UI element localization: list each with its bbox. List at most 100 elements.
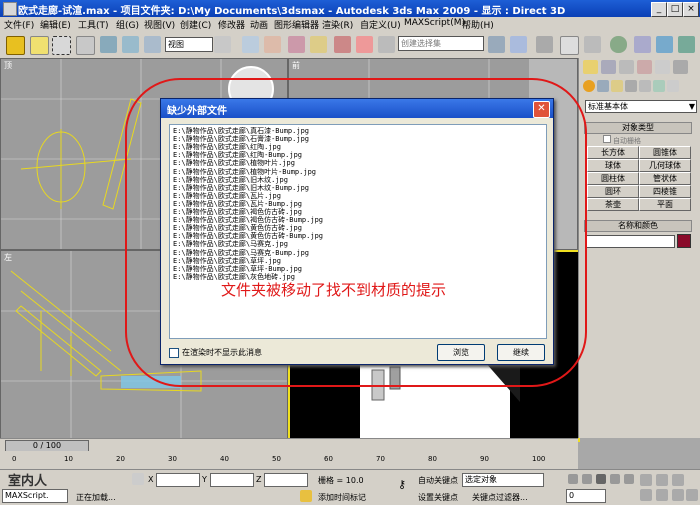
modify-tab-icon[interactable] <box>601 60 616 74</box>
missing-file-row[interactable]: E:\静物作品\欧式走廊\褐色仿古砖.jpg <box>173 208 302 216</box>
menu-customize[interactable]: 自定义(U) <box>360 18 401 31</box>
percent-snap-icon[interactable] <box>310 36 327 53</box>
select-manipulate-icon[interactable] <box>242 36 259 53</box>
missing-file-row[interactable]: E:\静物作品\欧式走廊\旧木纹-Bump.jpg <box>173 184 309 192</box>
curve-editor-icon[interactable] <box>560 36 579 55</box>
missing-file-row[interactable]: E:\静物作品\欧式走廊\瓦片-Bump.jpg <box>173 200 302 208</box>
undo-icon[interactable] <box>6 36 25 55</box>
key-filters-button[interactable]: 关键点过滤器... <box>472 492 528 503</box>
layer-manager-icon[interactable] <box>536 36 553 53</box>
menu-create[interactable]: 创建(C) <box>180 18 211 31</box>
missing-file-row[interactable]: E:\静物作品\欧式走廊\真石漆-Bump.jpg <box>173 127 309 135</box>
edit-named-selection-icon[interactable] <box>356 36 373 53</box>
mirror-icon[interactable] <box>488 36 505 53</box>
auto-key-button[interactable]: 自动关键点 <box>418 475 458 486</box>
space-warps-icon[interactable] <box>653 80 665 92</box>
next-frame-icon[interactable] <box>610 474 620 484</box>
object-color-swatch[interactable] <box>677 234 691 248</box>
go-to-start-icon[interactable] <box>568 474 578 484</box>
menu-tools[interactable]: 工具(T) <box>78 18 109 31</box>
app-icon[interactable] <box>3 2 17 16</box>
quick-render-icon[interactable] <box>678 36 695 53</box>
lock-selection-icon[interactable] <box>132 473 144 485</box>
snap-toggle-icon[interactable] <box>264 36 281 53</box>
menu-help[interactable]: 帮助(H) <box>462 18 494 31</box>
key-icon[interactable]: ⚷ <box>392 478 412 494</box>
rollout-name-and-color[interactable]: 名称和颜色 <box>584 220 692 232</box>
rollout-object-type[interactable]: 对象类型 <box>584 122 692 134</box>
sphere-button[interactable]: 球体 <box>587 159 639 172</box>
hierarchy-tab-icon[interactable] <box>619 60 634 74</box>
missing-file-row[interactable]: E:\静物作品\欧式走廊\褐色仿古砖-Bump.jpg <box>173 216 323 224</box>
time-tag-icon[interactable] <box>300 490 312 502</box>
track-bar[interactable]: 0 10 20 30 40 50 60 70 80 90 100 <box>0 451 578 469</box>
missing-file-row[interactable]: E:\静物作品\欧式走廊\石膏漆-Bump.jpg <box>173 135 309 143</box>
go-to-end-icon[interactable] <box>624 474 634 484</box>
missing-file-row[interactable]: E:\静物作品\欧式走廊\瓦片.jpg <box>173 192 281 200</box>
material-editor-icon[interactable] <box>610 36 627 53</box>
render-frame-icon[interactable] <box>656 36 673 53</box>
shapes-icon[interactable] <box>597 80 609 92</box>
coord-z-field[interactable] <box>264 473 308 487</box>
menu-group[interactable]: 组(G) <box>116 18 139 31</box>
set-key-button[interactable]: 设置关键点 <box>418 492 458 503</box>
current-frame-field[interactable]: 0 <box>566 489 606 503</box>
create-tab-icon[interactable] <box>583 60 598 74</box>
select-arrow-icon[interactable] <box>30 36 49 55</box>
render-setup-icon[interactable] <box>634 36 651 53</box>
menu-rendering[interactable]: 渲染(R) <box>322 18 353 31</box>
spinner-snap-icon[interactable] <box>334 36 351 53</box>
dont-show-checkbox[interactable]: 在渲染时不显示此消息 <box>169 347 262 358</box>
move-icon[interactable] <box>100 36 117 53</box>
menu-modifiers[interactable]: 修改器 <box>218 18 245 31</box>
rotate-icon[interactable] <box>122 36 139 53</box>
missing-file-row[interactable]: E:\静物作品\欧式走廊\植物叶片.jpg <box>173 159 295 167</box>
scale-icon[interactable] <box>144 36 161 53</box>
missing-file-row[interactable]: E:\静物作品\欧式走廊\马赛克-Bump.jpg <box>173 249 309 257</box>
systems-icon[interactable] <box>667 80 679 92</box>
missing-file-row[interactable]: E:\静物作品\欧式走廊\植物叶片-Bump.jpg <box>173 168 316 176</box>
missing-file-row[interactable]: E:\静物作品\欧式走廊\黄色仿古砖.jpg <box>173 224 302 232</box>
continue-button[interactable]: 继续 <box>497 344 545 361</box>
play-icon[interactable] <box>596 474 606 484</box>
display-tab-icon[interactable] <box>655 60 670 74</box>
category-dropdown[interactable]: 标准基本体 ▼ <box>585 100 697 113</box>
box-button[interactable]: 长方体 <box>587 146 639 159</box>
orbit-icon[interactable] <box>672 489 684 501</box>
lights-icon[interactable] <box>611 80 623 92</box>
menu-animation[interactable]: 动画 <box>250 18 268 31</box>
minimize-button[interactable]: _ <box>651 2 667 17</box>
close-window-button[interactable]: × <box>683 2 699 17</box>
add-time-tag[interactable]: 添加时间标记 <box>318 492 366 503</box>
menu-edit[interactable]: 编辑(E) <box>40 18 71 31</box>
motion-tab-icon[interactable] <box>637 60 652 74</box>
zoom-icon[interactable] <box>640 474 652 486</box>
missing-file-row[interactable]: E:\静物作品\欧式走廊\红陶.jpg <box>173 143 281 151</box>
menu-file[interactable]: 文件(F) <box>4 18 34 31</box>
menu-maxscript[interactable]: MAXScript(M) <box>404 18 465 28</box>
menu-graph-editors[interactable]: 图形编辑器 <box>274 18 319 31</box>
cone-button[interactable]: 圆锥体 <box>639 146 691 159</box>
cameras-icon[interactable] <box>625 80 637 92</box>
tube-button[interactable]: 管状体 <box>639 172 691 185</box>
pivot-icon[interactable] <box>214 36 231 53</box>
angle-snap-icon[interactable] <box>288 36 305 53</box>
reference-coordinate-dropdown[interactable]: 视图 <box>165 37 213 52</box>
named-selection-icon[interactable] <box>378 36 395 53</box>
named-selection-set-dropdown[interactable]: 创建选择集 <box>398 36 484 51</box>
cylinder-button[interactable]: 圆柱体 <box>587 172 639 185</box>
dialog-close-button[interactable]: ✕ <box>533 101 550 118</box>
menu-views[interactable]: 视图(V) <box>144 18 175 31</box>
select-by-name-icon[interactable] <box>76 36 95 55</box>
schematic-view-icon[interactable] <box>584 36 601 53</box>
missing-file-row[interactable]: E:\静物作品\欧式走廊\马赛克.jpg <box>173 240 288 248</box>
teapot-button[interactable]: 茶壶 <box>587 198 639 211</box>
utilities-tab-icon[interactable] <box>673 60 688 74</box>
coord-y-field[interactable] <box>210 473 254 487</box>
browse-button[interactable]: 浏览 <box>437 344 485 361</box>
torus-button[interactable]: 圆环 <box>587 185 639 198</box>
maximize-button[interactable]: □ <box>667 2 683 17</box>
plane-button[interactable]: 平面 <box>639 198 691 211</box>
field-of-view-icon[interactable] <box>640 489 652 501</box>
object-name-field[interactable] <box>585 235 675 248</box>
